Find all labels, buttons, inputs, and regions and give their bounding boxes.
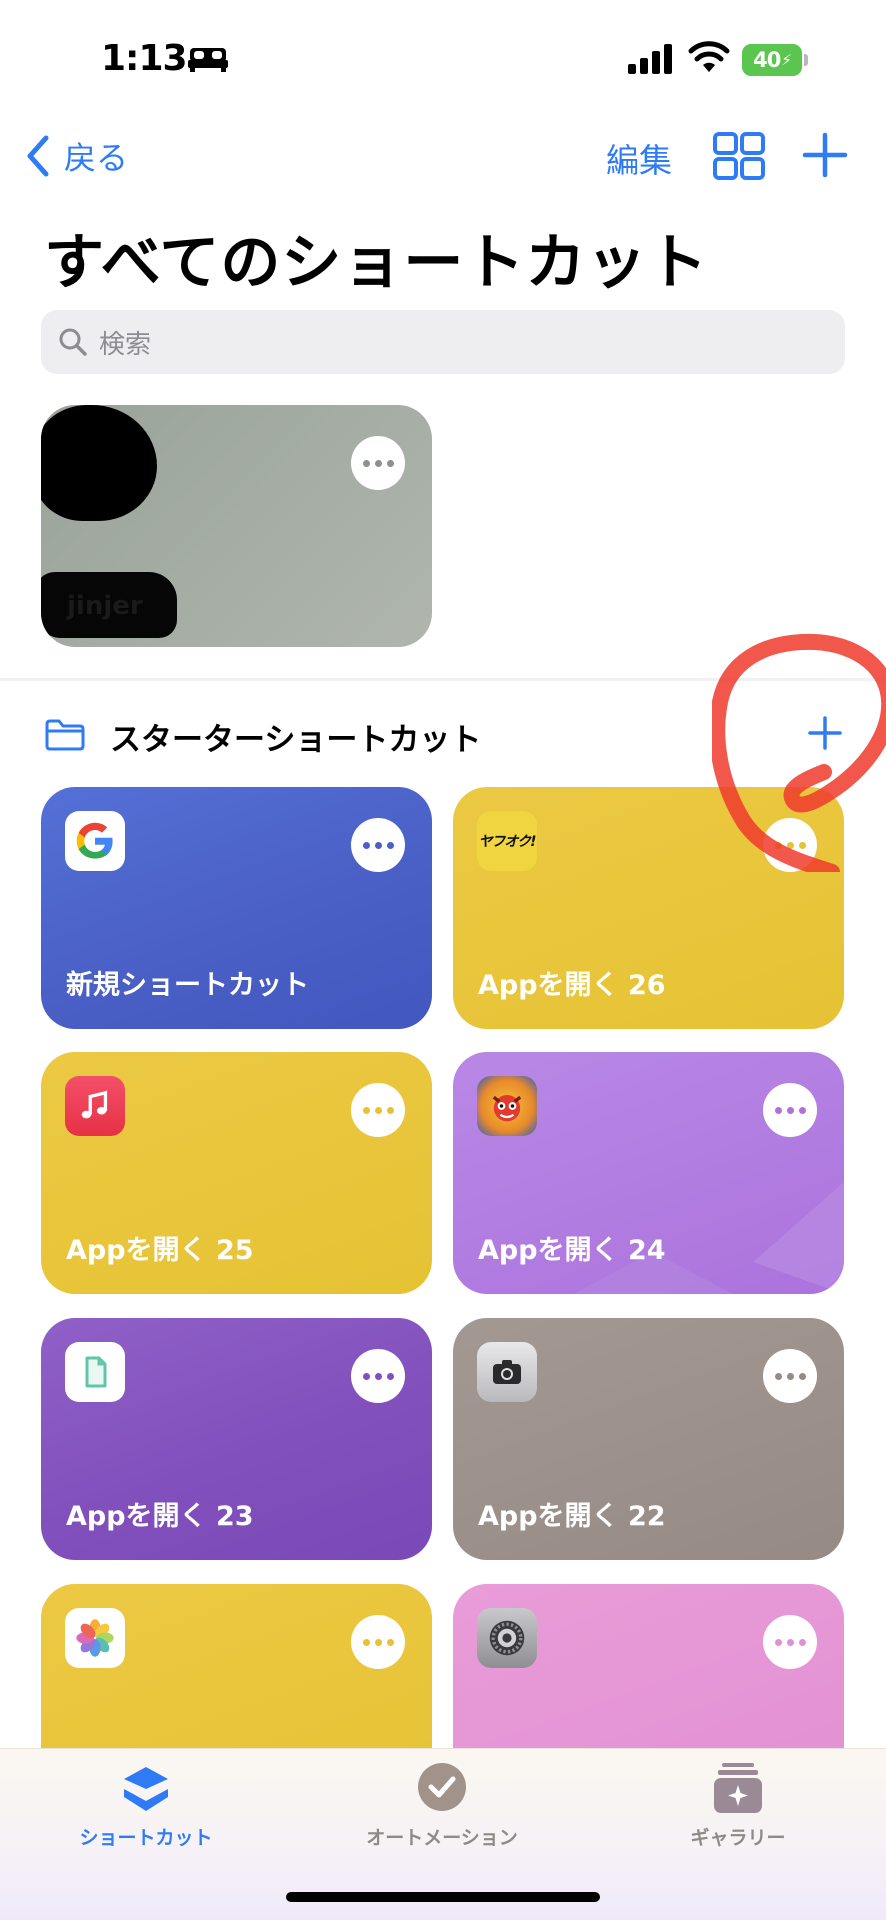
tab-label: ギャラリー (690, 1827, 786, 1849)
add-shortcut-button[interactable] (802, 132, 848, 178)
home-indicator (286, 1892, 600, 1902)
folder-icon (45, 719, 85, 751)
tile-label: Appを開く 25 (66, 1235, 254, 1266)
battery-indicator: 40 ⚡ (742, 44, 808, 76)
shortcuts-stack-icon (124, 1767, 168, 1811)
signal-icon (628, 44, 672, 74)
monster-strike-icon (477, 1076, 537, 1136)
tile-label: Appを開く 23 (66, 1501, 254, 1532)
tab-gallery[interactable]: ギャラリー (628, 1761, 848, 1850)
bed-icon (188, 48, 228, 72)
more-button[interactable] (763, 1615, 817, 1669)
shortcut-tile-open-app-25[interactable]: Appを開く 25 (41, 1052, 432, 1294)
status-time: 1:13 (101, 38, 188, 79)
shortcut-tile-new-shortcut[interactable]: 新規ショートカット (41, 787, 432, 1029)
page-title: すべてのショートカット (44, 228, 709, 298)
tile-label: Appを開く 26 (478, 970, 666, 1001)
shortcut-label: jinjer (67, 591, 143, 621)
wifi-icon (688, 41, 730, 72)
back-button[interactable]: 戻る (24, 130, 128, 182)
redaction-mark (41, 405, 157, 521)
charging-bolt-icon: ⚡ (781, 51, 792, 69)
yafuoku-icon: ヤフオク! (477, 811, 537, 871)
section-title: スターターショートカット (110, 722, 482, 758)
tab-label: ショートカット (79, 1827, 213, 1849)
shortcut-tile-jinjer[interactable]: jinjer (41, 405, 432, 647)
search-field[interactable]: 検索 (41, 310, 845, 374)
shortcut-tile-open-app-23[interactable]: Appを開く 23 (41, 1318, 432, 1560)
settings-icon (477, 1608, 537, 1668)
more-button[interactable] (351, 1615, 405, 1669)
tab-shortcuts[interactable]: ショートカット (36, 1761, 256, 1850)
search-icon (59, 328, 87, 356)
back-label: 戻る (64, 139, 129, 177)
tab-label: オートメーション (366, 1827, 518, 1849)
tab-automation[interactable]: オートメーション (332, 1761, 552, 1850)
music-icon (65, 1076, 125, 1136)
gallery-sparkle-icon (714, 1763, 762, 1813)
yafuoku-logo-text: ヤフオク! (478, 834, 536, 850)
battery-level: 40 (753, 48, 781, 72)
more-button[interactable] (351, 436, 405, 490)
photos-icon (65, 1608, 125, 1668)
grid-view-icon[interactable] (713, 132, 765, 180)
google-icon (65, 811, 125, 871)
shortcut-tile-open-app-22[interactable]: Appを開く 22 (453, 1318, 844, 1560)
edit-button[interactable]: 編集 (606, 134, 672, 182)
tile-label: 新規ショートカット (66, 970, 309, 1001)
shortcut-tile-open-app-24[interactable]: Appを開く 24 (453, 1052, 844, 1294)
camera-icon (477, 1342, 537, 1402)
files-icon (65, 1342, 125, 1402)
more-button[interactable] (763, 1349, 817, 1403)
annotation-circle (712, 633, 886, 872)
more-button[interactable] (763, 1083, 817, 1137)
more-button[interactable] (351, 1349, 405, 1403)
chevron-left-icon (27, 135, 49, 177)
tile-label: Appを開く 22 (478, 1501, 666, 1532)
automation-check-icon (418, 1763, 466, 1811)
tile-label: Appを開く 24 (478, 1235, 666, 1266)
search-placeholder: 検索 (99, 329, 152, 360)
more-button[interactable] (351, 818, 405, 872)
more-button[interactable] (351, 1083, 405, 1137)
